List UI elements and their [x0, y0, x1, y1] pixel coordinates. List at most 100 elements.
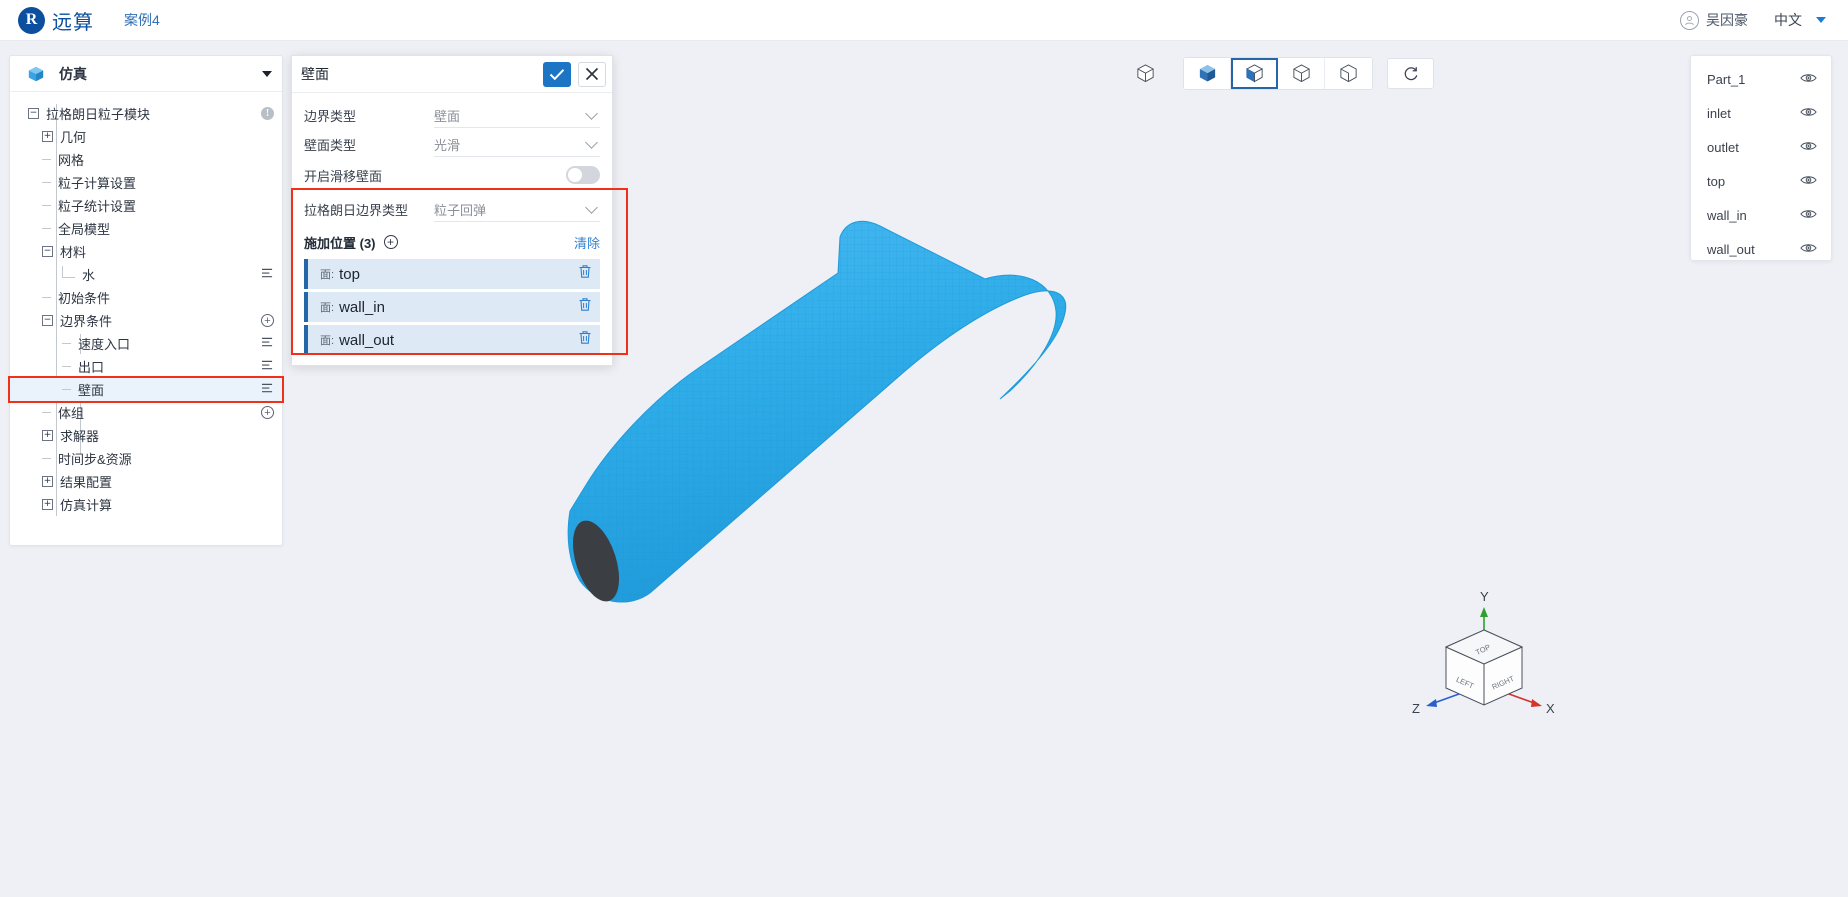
tree-node-label: 初始条件	[58, 291, 111, 306]
top-bar: R 远算 案例4 吴因豪 中文	[0, 0, 1848, 41]
plus-circle-icon[interactable]: +	[261, 314, 274, 327]
part-row[interactable]: top	[1691, 164, 1831, 198]
cube-wireframe-icon	[1136, 64, 1154, 83]
tree-node-label: 边界条件	[60, 314, 113, 329]
close-button[interactable]	[578, 61, 606, 87]
tree-node-0[interactable]: − 拉格朗日粒子模块!	[10, 102, 282, 125]
toolbar-button-outline[interactable]	[1325, 58, 1372, 89]
expand-icon[interactable]: +	[42, 131, 53, 142]
part-label: inlet	[1707, 105, 1731, 121]
axis-orientation-widget[interactable]: Y X Z TOP LEFT RIGHT	[1404, 585, 1564, 735]
part-row[interactable]: outlet	[1691, 130, 1831, 164]
location-item[interactable]: 面: wall_in	[304, 292, 600, 322]
eye-icon[interactable]	[1800, 106, 1817, 121]
locations-list: 面: top 面: wall_in 面: wall_out	[304, 259, 600, 355]
user-name: 吴因豪	[1706, 12, 1748, 28]
expand-icon[interactable]: +	[42, 476, 53, 487]
tree-node-2[interactable]: 网格	[10, 148, 282, 171]
eye-icon[interactable]	[1800, 174, 1817, 189]
tree-node-12[interactable]: 壁面	[8, 376, 284, 403]
expand-icon[interactable]: +	[42, 430, 53, 441]
tree-node-10[interactable]: 速度入口	[10, 332, 282, 355]
refresh-icon	[1404, 66, 1417, 80]
tree-node-5[interactable]: 全局模型	[10, 217, 282, 240]
brand-logo[interactable]: R 远算	[18, 6, 94, 35]
part-row[interactable]: wall_out	[1691, 232, 1831, 266]
add-location-icon[interactable]: +	[383, 235, 398, 249]
wall-boundary-dialog: 壁面 边界类型 壁面 壁面类型 光滑 开启滑移壁面 拉格朗日边界类型 粒子回弹 …	[291, 55, 613, 366]
chevron-down-icon[interactable]	[1816, 17, 1826, 23]
part-label: wall_out	[1707, 241, 1755, 257]
part-label: outlet	[1707, 139, 1739, 155]
toolbar-button-solid-edges[interactable]	[1231, 58, 1278, 89]
list-menu-icon[interactable]	[261, 382, 274, 397]
collapse-icon[interactable]: −	[42, 246, 53, 257]
tree-node-label: 出口	[78, 360, 105, 375]
tree-node-17[interactable]: + 仿真计算	[10, 493, 282, 516]
simulation-tree-panel: 仿真 − 拉格朗日粒子模块! + 几何 网格 粒子计算设置 粒子统计设置 全局模型 − 材料水初始…	[8, 55, 284, 546]
collapse-icon[interactable]: −	[42, 315, 53, 326]
tree-node-13[interactable]: 体组 +	[10, 401, 282, 424]
tree-node-15[interactable]: 时间步&资源	[10, 447, 282, 470]
field-boundary-type[interactable]: 边界类型 壁面	[304, 101, 600, 130]
field-moving-wall[interactable]: 开启滑移壁面	[304, 159, 600, 191]
tree-node-1[interactable]: + 几何	[10, 125, 282, 148]
tree-node-7[interactable]: 水	[10, 263, 282, 286]
moving-wall-toggle[interactable]	[566, 166, 600, 184]
toolbar-button-solid[interactable]	[1184, 58, 1231, 89]
field-lagrangian-boundary-type[interactable]: 拉格朗日边界类型 粒子回弹	[304, 195, 600, 224]
tree-node-14[interactable]: + 求解器	[10, 424, 282, 447]
plus-circle-icon[interactable]: +	[261, 406, 274, 419]
logo-icon: R	[18, 6, 45, 34]
expand-icon[interactable]: +	[42, 499, 53, 510]
boundary-type-select[interactable]: 壁面	[434, 103, 600, 128]
location-name: wall_out	[339, 331, 395, 349]
tree-header[interactable]: 仿真	[10, 56, 282, 92]
clear-locations-link[interactable]: 清除	[574, 233, 600, 252]
toolbar-button-wireframe-view[interactable]	[1278, 58, 1325, 89]
list-menu-icon[interactable]	[261, 359, 274, 374]
trash-icon[interactable]	[578, 330, 592, 350]
tree-node-label: 拉格朗日粒子模块	[46, 107, 151, 122]
tree-node-11[interactable]: 出口	[10, 355, 282, 378]
eye-icon[interactable]	[1800, 72, 1817, 87]
wall-type-select[interactable]: 光滑	[434, 132, 600, 157]
tree-node-3[interactable]: 粒子计算设置	[10, 171, 282, 194]
eye-icon[interactable]	[1800, 140, 1817, 155]
part-row[interactable]: inlet	[1691, 96, 1831, 130]
part-row[interactable]: Part_1	[1691, 62, 1831, 96]
toolbar-button-wireframe[interactable]	[1125, 59, 1165, 89]
reset-view-button[interactable]	[1387, 58, 1434, 89]
eye-icon[interactable]	[1800, 242, 1817, 257]
brand-name: 远算	[52, 11, 94, 34]
dialog-header: 壁面	[292, 56, 612, 93]
dialog-body: 边界类型 壁面 壁面类型 光滑 开启滑移壁面 拉格朗日边界类型 粒子回弹 施加位…	[292, 93, 612, 355]
lagrangian-boundary-select[interactable]: 粒子回弹	[434, 197, 600, 222]
trash-icon[interactable]	[578, 264, 592, 284]
part-row[interactable]: wall_in	[1691, 198, 1831, 232]
tree-connector-elbow	[62, 265, 75, 278]
trash-icon[interactable]	[578, 297, 592, 317]
collapse-icon[interactable]: −	[28, 108, 39, 119]
case-name[interactable]: 案例4	[124, 10, 160, 30]
field-wall-type[interactable]: 壁面类型 光滑	[304, 130, 600, 159]
confirm-button[interactable]	[543, 61, 571, 87]
list-menu-icon[interactable]	[261, 336, 274, 351]
list-menu-icon[interactable]	[261, 267, 274, 282]
chevron-down-icon[interactable]	[262, 70, 272, 77]
location-item[interactable]: 面: top	[304, 259, 600, 289]
avatar	[1680, 10, 1699, 30]
location-item[interactable]: 面: wall_out	[304, 325, 600, 355]
tree-node-9[interactable]: − 边界条件 +	[10, 309, 282, 332]
tree-node-8[interactable]: 初始条件	[10, 286, 282, 309]
tree-node-label: 全局模型	[58, 222, 111, 237]
language-selector[interactable]: 中文	[1774, 10, 1802, 30]
eye-icon[interactable]	[1800, 208, 1817, 223]
user-menu[interactable]: 吴因豪	[1680, 10, 1748, 30]
tree-node-6[interactable]: − 材料	[10, 240, 282, 263]
tree-node-4[interactable]: 粒子统计设置	[10, 194, 282, 217]
info-icon[interactable]: !	[261, 107, 274, 120]
tree-node-16[interactable]: + 结果配置	[10, 470, 282, 493]
axis-label-z: Z	[1412, 701, 1420, 716]
tree-node-label: 粒子计算设置	[58, 176, 137, 191]
